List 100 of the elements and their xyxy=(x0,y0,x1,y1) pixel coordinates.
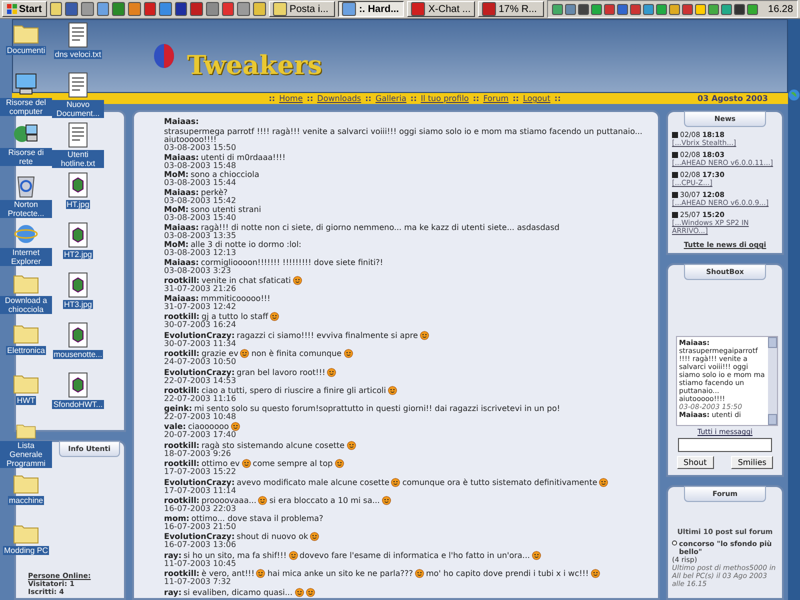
shout-input-field[interactable] xyxy=(678,438,772,452)
scrollbar[interactable] xyxy=(768,337,777,425)
app-icon[interactable] xyxy=(128,2,141,16)
nav-separator: :: xyxy=(268,94,276,103)
app-icon[interactable] xyxy=(222,2,234,16)
tray-icon[interactable] xyxy=(721,4,732,14)
message-text: mmmiticooooo!!! xyxy=(200,294,270,302)
text-file-icon[interactable] xyxy=(68,122,88,148)
desktop-icon-label[interactable]: Risorse del computer xyxy=(0,98,52,116)
message-text: proooovaaa... xyxy=(202,497,256,505)
smiley-icon xyxy=(382,496,391,505)
desktop-icon-label[interactable]: Nuovo Document... xyxy=(52,100,104,118)
timestamp: 03-08-2003 13:35 xyxy=(164,232,238,240)
tray-icon[interactable] xyxy=(747,4,758,14)
desktop-icon-label[interactable]: HT2.jpg xyxy=(62,250,93,259)
nav-link[interactable]: Forum xyxy=(483,94,509,103)
taskbar-button[interactable]: X-Chat ... xyxy=(407,1,475,17)
desktop-icon-label[interactable]: Modding PC xyxy=(2,546,50,555)
date: 03 Agosto 2003 xyxy=(698,94,768,103)
tray-icon[interactable] xyxy=(708,4,720,14)
smiley-icon xyxy=(388,386,397,395)
app-icon[interactable] xyxy=(65,2,78,16)
image-file-icon[interactable] xyxy=(68,172,88,198)
desktop-icon-label[interactable]: Download a chiocciola xyxy=(0,296,52,314)
image-file-icon[interactable] xyxy=(68,322,88,348)
tray-icon[interactable] xyxy=(617,4,628,14)
desktop-icon-label[interactable]: Utenti hotline.txt xyxy=(52,150,104,168)
author-name: rootkill: xyxy=(164,570,200,578)
tray-icon[interactable] xyxy=(591,4,602,14)
nav-link[interactable]: Home xyxy=(279,94,303,103)
desktop-icon-label[interactable]: Norton Protecte... xyxy=(0,200,52,218)
desktop-icon-label[interactable]: SfondoHWT... xyxy=(52,400,104,409)
tray-icon[interactable] xyxy=(734,4,746,14)
news-icon xyxy=(672,132,678,138)
tray-icon[interactable] xyxy=(630,4,642,14)
image-file-icon[interactable] xyxy=(68,372,88,398)
smiley-icon xyxy=(310,532,320,541)
tray-icon[interactable] xyxy=(682,4,694,14)
app-icon[interactable] xyxy=(50,2,62,16)
nav-link[interactable]: Il tuo profilo xyxy=(420,94,469,103)
author-name: rootkill: xyxy=(164,497,200,505)
computer-icon[interactable] xyxy=(13,72,39,96)
message-text: strasupermega parrotf !!!! ragà!!! venite a salvarci voiii!!! oggi siamo solo io e mom ma stiamo facendo un puttanaio... aiutooooo!!!! xyxy=(164,128,644,144)
desktop-icon-label[interactable]: dns veloci.txt xyxy=(54,50,102,59)
tray-icon[interactable] xyxy=(552,4,564,14)
desktop-icon-label[interactable]: HT3.jpg xyxy=(62,300,93,309)
desktop-icon-label[interactable]: Documenti xyxy=(6,46,46,55)
image-file-icon[interactable] xyxy=(68,222,88,248)
image-file-icon[interactable] xyxy=(68,272,88,298)
tray-icon[interactable] xyxy=(565,4,576,14)
desktop-icon-label[interactable]: mousenotte... xyxy=(52,350,104,359)
nav-link[interactable]: Logout xyxy=(523,94,550,103)
text-file-icon[interactable] xyxy=(68,22,88,48)
app-icon[interactable] xyxy=(96,2,110,16)
taskbar-button[interactable]: :. Hard... xyxy=(338,1,404,17)
desktop-icon-label[interactable]: Risorse di rete xyxy=(0,148,52,166)
tray-icon[interactable] xyxy=(656,4,668,14)
app-icon[interactable] xyxy=(174,2,188,16)
author-name: EvolutionCrazy: xyxy=(164,533,235,541)
shout-form-button[interactable]: Smilies xyxy=(730,456,774,469)
tray-icon[interactable] xyxy=(604,4,616,14)
message-text: utenti di m0rdaaa!!!! xyxy=(200,154,286,162)
timestamp: 03-08-2003 12:13 xyxy=(164,249,238,257)
app-icon[interactable] xyxy=(144,2,156,16)
clock: 16.28 xyxy=(768,4,794,14)
smiley-icon xyxy=(306,588,315,596)
desktop-icon-label[interactable]: Elettronica xyxy=(6,346,46,355)
author-name: rootkill: xyxy=(164,460,200,468)
app-icon[interactable] xyxy=(190,2,204,16)
message-text: perkè? xyxy=(200,188,228,196)
message-text: sono a chiocciola xyxy=(190,171,260,179)
author-name: rootkill: xyxy=(164,313,200,321)
desktop-icon-label[interactable]: Lista Generale Programmi xyxy=(0,441,52,468)
nav-link[interactable]: Downloads xyxy=(317,94,362,103)
desktop-icon-label[interactable]: HT.jpg xyxy=(66,200,90,209)
nav-separator: :: xyxy=(512,94,519,103)
timestamp: 30-07-2003 11:34 xyxy=(164,340,237,348)
tray-icon[interactable] xyxy=(643,4,654,14)
tray-icon[interactable] xyxy=(578,4,590,14)
message-text: si era bloccato a 10 mi sa... xyxy=(269,497,380,505)
browser-icon[interactable] xyxy=(14,222,38,246)
timestamp: 24-07-2003 10:50 xyxy=(164,358,238,366)
nav-link[interactable]: Galleria xyxy=(376,94,406,103)
author-name: rootkill: xyxy=(164,350,200,358)
app-icon[interactable] xyxy=(252,2,266,16)
timestamp: 20-07-2003 17:40 xyxy=(164,431,238,439)
tray-icon[interactable] xyxy=(695,4,706,14)
shout-form-button[interactable]: Shout xyxy=(676,456,714,469)
text-file-icon[interactable] xyxy=(68,72,88,98)
start-button[interactable]: Start xyxy=(2,1,47,17)
tray-icon[interactable] xyxy=(669,4,680,14)
desktop-icon-label[interactable]: Internet Explorer xyxy=(0,248,52,266)
taskbar-button[interactable]: 17% R... xyxy=(478,1,544,17)
desktop-icon-label[interactable]: macchine xyxy=(8,496,44,505)
smiley-icon xyxy=(346,440,356,450)
nav-separator: :: xyxy=(365,94,372,103)
message-text: avevo modificato male alcune cosette xyxy=(236,478,390,486)
taskbar-button[interactable]: Posta i... xyxy=(268,1,335,17)
desktop-icon-label[interactable]: HWT xyxy=(16,396,36,405)
message-text: ottimo... dove stava il problema? xyxy=(191,514,324,522)
